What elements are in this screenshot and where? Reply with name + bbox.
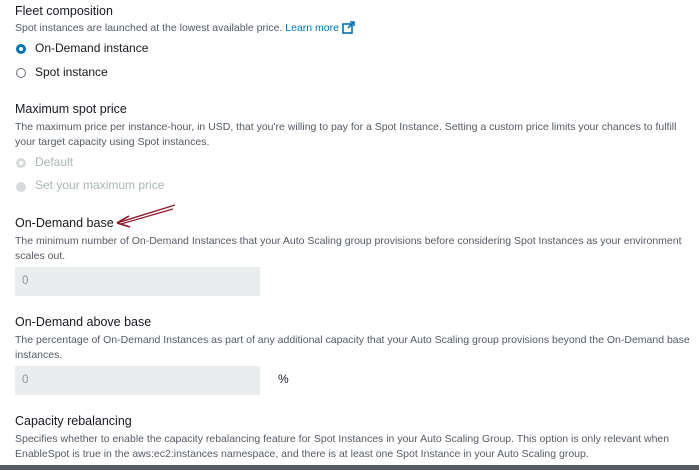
spot-instance-radio[interactable] [16,68,26,78]
max-spot-price-title: Maximum spot price [15,102,127,116]
on-demand-above-base-desc: The percentage of On-Demand Instances as… [15,334,690,361]
capacity-rebalancing-title: Capacity rebalancing [15,414,132,428]
learn-more-link[interactable]: Learn more [285,21,355,37]
fleet-composition-desc: Spot instances are launched at the lowes… [15,22,283,34]
max-spot-price-desc: The maximum price per instance-hour, in … [15,121,677,148]
default-price-label[interactable]: Default [35,155,73,169]
on-demand-instance-radio[interactable] [16,44,26,54]
default-price-radio[interactable] [16,158,26,168]
learn-more-label: Learn more [285,22,339,34]
spot-instance-label[interactable]: Spot instance [35,65,108,79]
percent-unit-label: % [278,372,289,386]
fleet-composition-title: Fleet composition [15,4,113,18]
on-demand-above-base-input[interactable]: 0 [15,366,260,395]
capacity-rebalancing-desc: Specifies whether to enable the capacity… [15,433,670,460]
on-demand-base-title: On-Demand base [15,216,114,230]
bottom-scroll-edge [0,465,699,470]
on-demand-base-desc: The minimum number of On-Demand Instance… [15,235,682,262]
external-link-icon [342,21,355,37]
on-demand-base-input[interactable]: 0 [15,267,260,296]
set-max-price-label[interactable]: Set your maximum price [35,178,164,192]
on-demand-instance-label[interactable]: On-Demand instance [35,41,148,55]
set-max-price-radio[interactable] [16,182,26,192]
fleet-composition-desc-row: Spot instances are launched at the lowes… [15,21,355,37]
page: Fleet composition Spot instances are lau… [0,0,699,470]
annotation-arrow-icon [116,204,176,228]
on-demand-above-base-title: On-Demand above base [15,315,152,329]
